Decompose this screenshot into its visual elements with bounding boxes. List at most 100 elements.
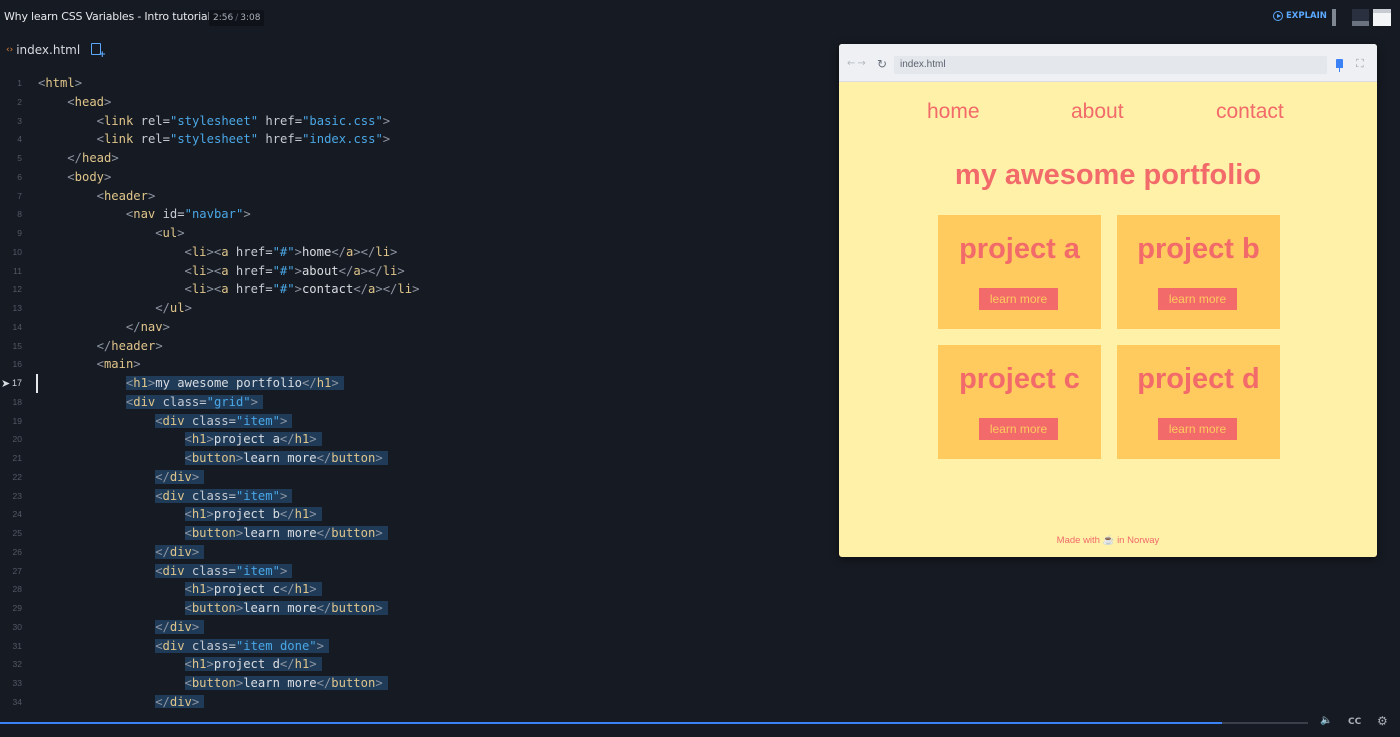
code-line[interactable]: 12 <li><a href="#">contact</a></li>	[0, 280, 830, 299]
code-line[interactable]: 27 <div class="item">	[0, 562, 830, 581]
code-token: h1	[191, 657, 207, 672]
code-token: <	[184, 244, 192, 259]
code-token: >	[294, 282, 302, 297]
nav-link-contact[interactable]: contact	[1216, 100, 1284, 124]
nav-link-about[interactable]: about	[1071, 100, 1124, 124]
code-token: >	[382, 132, 391, 147]
code-token: <	[155, 638, 163, 653]
code-text: <ul>	[155, 224, 184, 243]
learn-more-button[interactable]: learn more	[1158, 288, 1237, 310]
code-token: h1	[294, 582, 310, 597]
code-token: <	[184, 263, 192, 278]
code-line[interactable]: 24 <h1>project b</h1>	[0, 505, 830, 524]
code-token: button	[191, 526, 236, 540]
new-file-icon[interactable]	[91, 43, 106, 60]
nav-link-home[interactable]: home	[927, 100, 980, 124]
code-line[interactable]: 28 <h1>project c</h1>	[0, 580, 830, 599]
code-line[interactable]: 29 <button>learn more</button>	[0, 599, 830, 618]
code-line[interactable]: 20 <h1>project a</h1>	[0, 430, 830, 449]
code-token: class=	[184, 638, 236, 653]
code-line[interactable]: 25 <button>learn more</button>	[0, 524, 830, 543]
pin-icon[interactable]	[1336, 59, 1343, 72]
code-line[interactable]: 33 <button>learn more</button>	[0, 674, 830, 693]
code-line[interactable]: 26 </div>	[0, 543, 830, 562]
code-line[interactable]: 2 <head>	[0, 93, 830, 112]
code-token: <	[155, 488, 163, 503]
code-line[interactable]: 5 </head>	[0, 149, 830, 168]
code-token: learn more	[243, 601, 317, 615]
learn-more-button[interactable]: learn more	[979, 418, 1058, 440]
code-token: >	[206, 657, 214, 672]
portfolio-heading: my awesome portfolio	[954, 159, 1262, 191]
code-token: link	[103, 113, 134, 128]
layout-browser-icon[interactable]	[1373, 9, 1391, 26]
explain-button[interactable]: EXPLAIN	[1273, 11, 1327, 21]
layout-stacked-icon[interactable]	[1352, 9, 1369, 26]
reload-icon[interactable]: ↻	[877, 57, 887, 71]
code-line[interactable]: 16 <main>	[0, 355, 830, 374]
fullscreen-icon[interactable]: ⛶	[1356, 57, 1364, 71]
line-number: 18	[12, 396, 22, 407]
code-token: "#"	[272, 263, 295, 278]
code-token: "stylesheet"	[169, 132, 259, 147]
code-line[interactable]: 9 <ul>	[0, 224, 830, 243]
code-line[interactable]: 1 <html>	[0, 74, 830, 93]
code-token: </	[353, 282, 369, 297]
code-line[interactable]: 3 <link rel="stylesheet" href="basic.css"…	[0, 112, 830, 131]
code-token: link	[103, 132, 134, 147]
code-token: li	[382, 263, 398, 278]
code-token: "item"	[235, 413, 280, 428]
captions-button[interactable]: CC	[1348, 717, 1361, 727]
code-line[interactable]: 22 </div>	[0, 468, 830, 487]
settings-gear-icon[interactable]: ⚙	[1377, 714, 1388, 728]
code-line[interactable]: 15 </header>	[0, 337, 830, 356]
code-token: li	[191, 282, 207, 297]
line-number: 2	[17, 96, 22, 107]
code-token: >	[177, 226, 185, 240]
back-forward-icon[interactable]: ←→	[847, 58, 868, 69]
code-token: h1	[133, 376, 148, 390]
learn-more-button[interactable]: learn more	[979, 288, 1058, 310]
code-line[interactable]: 34 </div>	[0, 693, 830, 708]
layout-editor-only-icon[interactable]	[1332, 9, 1336, 26]
code-token: "basic.css"	[302, 113, 383, 128]
address-bar[interactable]: index.html	[894, 56, 1327, 74]
code-line[interactable]: 14 </nav>	[0, 318, 830, 337]
line-number: 5	[17, 153, 22, 163]
code-line[interactable]: 23 <div class="item">	[0, 487, 830, 506]
code-line[interactable]: 6 <body>	[0, 168, 830, 187]
code-text: <li><a href="#">contact</a></li>	[185, 280, 420, 299]
code-line[interactable]: 19 <div class="item">	[0, 412, 830, 431]
html-file-icon: ‹›	[6, 45, 14, 55]
volume-icon[interactable]: 🔈	[1320, 715, 1332, 726]
code-text: <h1>project c</h1>	[184, 580, 322, 599]
code-line[interactable]: 30 </div>	[0, 618, 830, 637]
line-number: 14	[12, 321, 22, 332]
line-number: 22	[12, 471, 22, 482]
code-line[interactable]: 11 <li><a href="#">about</a></li>	[0, 262, 830, 281]
code-line[interactable]: 21 <button>learn more</button>	[0, 449, 830, 468]
code-token: class=	[184, 563, 236, 578]
code-line[interactable]: 8 <nav id="navbar">	[0, 205, 830, 224]
progress-bar[interactable]	[0, 722, 1308, 724]
code-text: <li><a href="#">about</a></li>	[185, 262, 405, 281]
code-line[interactable]: 31 <div class="item done">	[0, 637, 830, 656]
code-editor[interactable]: 1 <html> 2 <head> 3 <link rel="stylesheet" hr…	[0, 74, 830, 708]
code-text: <button>learn more</button>	[184, 449, 388, 468]
line-number: 12	[12, 284, 22, 295]
code-line[interactable]: 10 <li><a href="#">home</a></li>	[0, 243, 830, 262]
code-token: <	[184, 582, 192, 597]
code-token: rel=	[133, 132, 170, 147]
code-token: >	[243, 207, 251, 222]
code-text: <h1>project a</h1>	[184, 430, 322, 449]
code-line[interactable]: 32 <h1>project d</h1>	[0, 655, 830, 674]
code-line[interactable]: 7 <header>	[0, 187, 830, 206]
code-token: >	[294, 263, 302, 278]
code-line[interactable]: 17 <h1>my awesome portfolio</h1>	[0, 374, 830, 393]
code-token: </	[155, 544, 170, 559]
code-line[interactable]: 4 <link rel="stylesheet" href="index.css"…	[0, 130, 830, 149]
learn-more-button[interactable]: learn more	[1158, 418, 1237, 440]
code-line[interactable]: 18 <div class="grid">	[0, 393, 830, 412]
code-line[interactable]: 13 </ul>	[0, 299, 830, 318]
file-tab[interactable]: ‹› index.html	[6, 43, 80, 57]
